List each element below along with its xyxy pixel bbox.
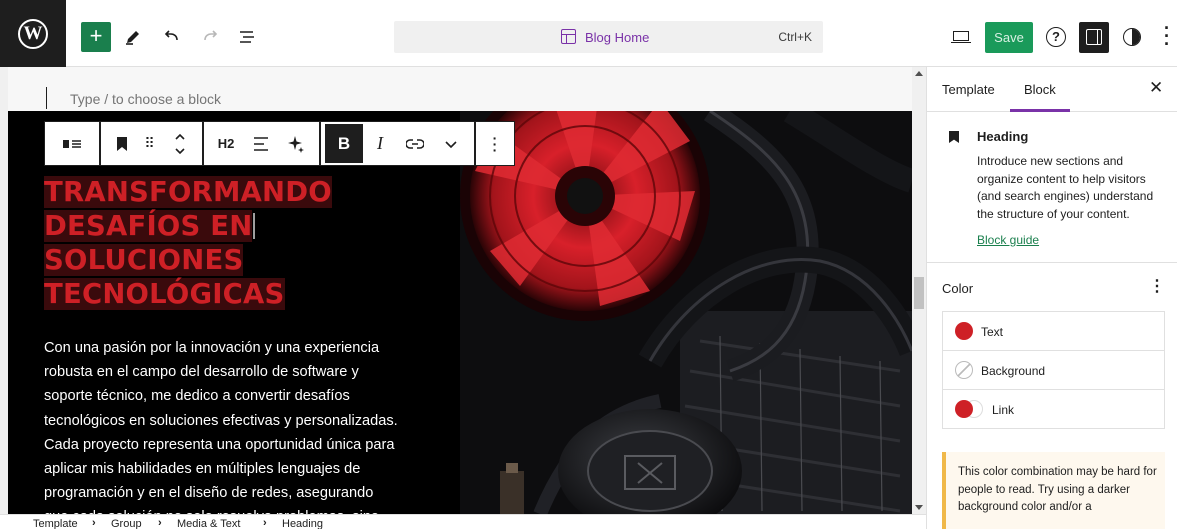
device-preview-icon[interactable] <box>951 27 971 47</box>
parent-selector-group <box>44 121 100 166</box>
color-swatch <box>955 322 973 340</box>
block-card: Heading Introduce new sections and organ… <box>927 113 1177 263</box>
block-breadcrumb: Template › Group › Media & Text › Headin… <box>0 514 926 529</box>
color-item-text[interactable]: Text <box>943 312 1164 351</box>
tools-pencil-icon[interactable] <box>118 22 148 52</box>
breadcrumb-separator-icon: › <box>92 517 96 529</box>
paragraph-line: soporte técnico, me dedico a convertir d… <box>44 388 350 405</box>
link-icon[interactable] <box>397 122 433 165</box>
italic-button[interactable]: I <box>363 122 397 165</box>
breadcrumb-item[interactable]: Media & Text <box>177 518 240 529</box>
paragraph-line: aplicar mis habilidades en múltiples len… <box>44 461 361 478</box>
options-more-icon[interactable]: · · · <box>1162 19 1172 53</box>
media-text-block[interactable]: TRANSFORMANDO DESAFÍOS EN SOLUCIONES TEC… <box>8 111 912 514</box>
sidebar-icon <box>1086 29 1102 45</box>
sidebar-tabs: Template Block ✕ <box>927 67 1177 112</box>
breadcrumb-item[interactable]: Heading <box>282 518 323 529</box>
breadcrumb-item[interactable]: Template <box>33 518 78 529</box>
scroll-up-arrow-icon[interactable] <box>915 71 923 76</box>
breadcrumb-separator-icon: › <box>263 517 267 529</box>
drag-handle-icon[interactable]: ⠿ <box>137 122 163 165</box>
block-placeholder[interactable]: Type / to choose a block <box>70 91 221 107</box>
template-layout-icon <box>561 29 576 44</box>
block-inserter-button[interactable]: + <box>81 22 111 52</box>
site-editor: W + Blog Home Ctrl+K Save ? · · · Type /… <box>0 0 1177 529</box>
media-image[interactable] <box>460 111 912 514</box>
color-swatch <box>955 400 973 418</box>
breadcrumb-separator-icon: › <box>158 517 162 529</box>
bold-button[interactable]: B <box>325 124 363 163</box>
keyboard-shortcut: Ctrl+K <box>778 30 812 44</box>
styles-icon[interactable] <box>1123 28 1141 46</box>
color-item-background[interactable]: Background <box>943 351 1164 390</box>
block-options-group: · · · <box>475 121 515 166</box>
scroll-down-arrow-icon[interactable] <box>915 505 923 510</box>
paragraph-line: tecnológicos en soluciones efectivas y p… <box>44 412 398 429</box>
bookmark-icon[interactable] <box>107 122 137 165</box>
heading-line: TECNOLÓGICAS <box>44 278 285 310</box>
color-settings-list: Text Background Link <box>942 311 1165 429</box>
settings-sidebar: Template Block ✕ Heading Introduce new s… <box>926 67 1177 529</box>
tab-block[interactable]: Block <box>1024 82 1056 97</box>
document-overview-icon[interactable] <box>232 22 262 52</box>
select-parent-icon[interactable] <box>45 122 99 165</box>
color-item-label: Text <box>981 325 1004 339</box>
paragraph-line: Cada proyecto representa una oportunidad… <box>44 436 395 453</box>
command-palette-bar[interactable]: Blog Home Ctrl+K <box>394 21 823 53</box>
format-group: B I <box>320 121 475 166</box>
color-options-more-icon[interactable]: ⋮ <box>1149 276 1165 296</box>
tab-template[interactable]: Template <box>942 82 995 97</box>
save-button[interactable]: Save <box>985 22 1033 53</box>
heading-block-icon <box>949 131 959 143</box>
heading-line: DESAFÍOS EN <box>44 210 253 242</box>
wordpress-logo-button[interactable]: W <box>0 0 66 67</box>
block-description: Introduce new sections and organize cont… <box>977 154 1154 221</box>
undo-icon[interactable] <box>157 22 187 52</box>
canvas-scrollbar[interactable] <box>912 67 926 514</box>
redo-icon[interactable] <box>195 22 225 52</box>
color-item-label: Link <box>992 403 1015 417</box>
color-panel-title: Color <box>942 281 974 296</box>
heading-block[interactable]: TRANSFORMANDO DESAFÍOS EN SOLUCIONES TEC… <box>44 175 332 311</box>
contrast-warning-notice: This color combination may be hard for p… <box>942 452 1165 529</box>
paragraph-line: programación y en el diseño de redes, as… <box>44 485 374 502</box>
editor-header: W + Blog Home Ctrl+K Save ? · · · <box>0 0 1177 67</box>
move-up-down-icon[interactable] <box>165 122 195 165</box>
sparkle-icon[interactable] <box>278 122 314 165</box>
heading-line: TRANSFORMANDO <box>44 176 332 208</box>
block-switcher-group: ⠿ <box>100 121 203 166</box>
paragraph-block[interactable]: Con una pasión por la innovación y una e… <box>44 336 444 514</box>
cpu-cooler-fan-image <box>460 111 912 514</box>
color-item-link[interactable]: Link <box>943 390 1164 429</box>
block-title: Heading <box>977 129 1029 144</box>
more-formatting-chevron-down-icon[interactable] <box>433 122 469 165</box>
color-item-label: Background <box>981 364 1046 378</box>
align-text-icon[interactable] <box>244 122 278 165</box>
close-icon[interactable]: ✕ <box>1149 78 1163 98</box>
empty-paragraph-block[interactable]: Type / to choose a block <box>8 67 912 111</box>
scroll-thumb[interactable] <box>914 277 924 309</box>
block-options-more-icon[interactable]: · · · <box>476 122 514 165</box>
editor-canvas-area: Type / to choose a block TRANSFORMANDO D… <box>0 67 926 514</box>
wordpress-icon: W <box>18 18 48 49</box>
heading-level-button[interactable]: H2 <box>208 122 244 165</box>
text-cursor <box>253 213 256 239</box>
breadcrumb-item[interactable]: Group <box>111 518 142 529</box>
paragraph-line: que cada solución no solo resuelva probl… <box>44 505 444 514</box>
heading-line: SOLUCIONES <box>44 244 244 276</box>
active-tab-indicator <box>1010 109 1070 112</box>
heading-controls-group: H2 <box>203 121 320 166</box>
color-swatch <box>955 361 973 379</box>
document-title: Blog Home <box>585 30 650 45</box>
paragraph-line: Con una pasión por la innovación y una e… <box>44 340 380 356</box>
help-icon[interactable]: ? <box>1046 27 1066 47</box>
media-text-content: TRANSFORMANDO DESAFÍOS EN SOLUCIONES TEC… <box>8 111 460 514</box>
notice-text: This color combination may be hard for p… <box>958 466 1157 513</box>
block-guide-link[interactable]: Block guide <box>977 233 1039 247</box>
paragraph-line: robusta en el campo del desarrollo de so… <box>44 364 359 381</box>
settings-sidebar-toggle[interactable] <box>1079 22 1109 53</box>
text-caret <box>46 87 47 109</box>
